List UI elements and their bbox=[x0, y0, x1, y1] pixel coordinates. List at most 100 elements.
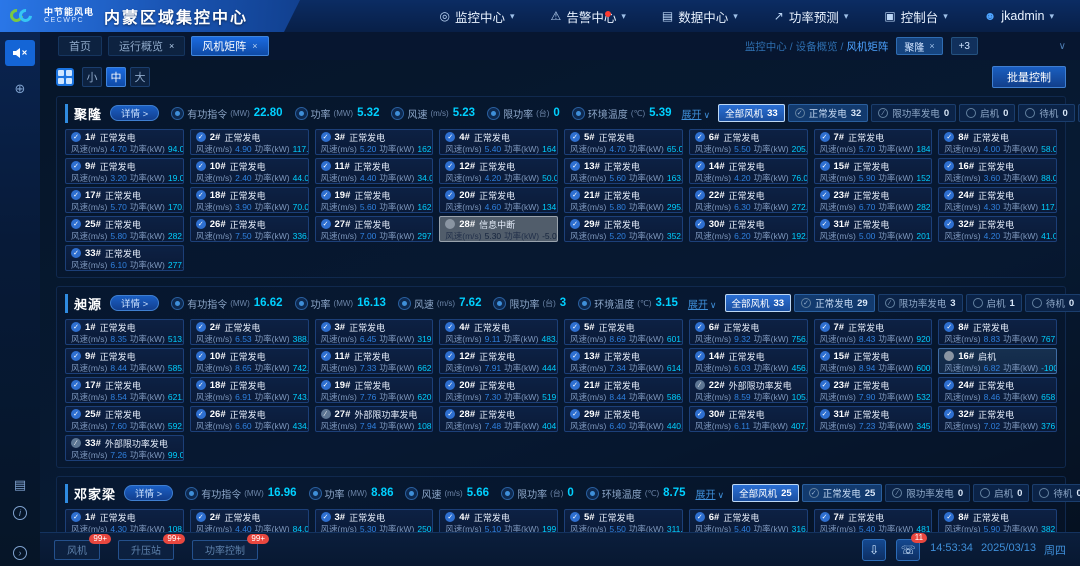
turbine-card[interactable]: 23# 正常发电 风速(m/s) bbox=[814, 187, 933, 213]
status-filter-button[interactable]: 启机 0 bbox=[973, 484, 1029, 502]
tab[interactable]: 运行概览 × bbox=[108, 36, 185, 56]
turbine-card[interactable]: 7# 正常发电 风速(m/s) bbox=[814, 319, 933, 345]
status-filter-button[interactable]: 全部风机 33 bbox=[725, 294, 792, 312]
top-menu-item[interactable]: ☻ jkadmin ▾ bbox=[966, 9, 1072, 23]
turbine-card[interactable]: 16# 正常发电 风速(m/s) bbox=[938, 158, 1057, 184]
turbine-card[interactable]: 27# 外部限功率发电 风速(m/s) bbox=[315, 406, 434, 432]
status-filter-button[interactable]: 启机 1 bbox=[966, 294, 1022, 312]
service-button[interactable]: ☏11 bbox=[896, 539, 920, 561]
turbine-card[interactable]: 14# 正常发电 风速(m/s) bbox=[689, 158, 808, 184]
batch-control-button[interactable]: 批量控制 bbox=[992, 66, 1066, 88]
turbine-card[interactable]: 20# 正常发电 风速(m/s) bbox=[439, 377, 558, 403]
add-circle-button[interactable]: ⊕ bbox=[5, 76, 35, 102]
turbine-card[interactable]: 12# 正常发电 风速(m/s) bbox=[439, 158, 558, 184]
turbine-card[interactable]: 15# 正常发电 风速(m/s) bbox=[814, 348, 933, 374]
turbine-card[interactable]: 14# 正常发电 风速(m/s) bbox=[689, 348, 808, 374]
top-menu-item[interactable]: ◎ 监控中心 ▾ bbox=[422, 7, 533, 26]
status-filter-button[interactable]: ✓ 正常发电 25 bbox=[802, 484, 883, 502]
status-filter-button[interactable]: 待机 0 bbox=[1018, 104, 1074, 122]
turbine-card[interactable]: 24# 正常发电 风速(m/s) bbox=[938, 377, 1057, 403]
turbine-card[interactable]: 17# 正常发电 风速(m/s) bbox=[65, 187, 184, 213]
turbine-card[interactable]: 9# 正常发电 风速(m/s) bbox=[65, 348, 184, 374]
turbine-card[interactable]: 23# 正常发电 风速(m/s) bbox=[814, 377, 933, 403]
turbine-card[interactable]: 19# 正常发电 风速(m/s) bbox=[315, 377, 434, 403]
turbine-card[interactable]: 4# 正常发电 风速(m/s) bbox=[439, 319, 558, 345]
turbine-card[interactable]: 33# 正常发电 风速(m/s) bbox=[65, 245, 184, 271]
top-menu-item[interactable]: ▤ 数据中心 ▾ bbox=[644, 7, 756, 26]
turbine-card[interactable]: 7# 正常发电 风速(m/s) bbox=[814, 509, 933, 532]
detail-button[interactable]: 详情 > bbox=[110, 295, 159, 311]
detail-button[interactable]: 详情 > bbox=[110, 105, 159, 121]
turbine-card[interactable]: 31# 正常发电 风速(m/s) bbox=[814, 216, 933, 242]
expand-link[interactable]: 展开∨ bbox=[696, 486, 725, 501]
turbine-card[interactable]: 19# 正常发电 风速(m/s) bbox=[315, 187, 434, 213]
turbine-card[interactable]: 13# 正常发电 风速(m/s) bbox=[564, 348, 683, 374]
turbine-card[interactable]: 3# 正常发电 风速(m/s) bbox=[315, 129, 434, 155]
turbine-card[interactable]: 28# 正常发电 风速(m/s) bbox=[439, 406, 558, 432]
turbine-card[interactable]: 6# 正常发电 风速(m/s) bbox=[689, 509, 808, 532]
card-size-button[interactable]: 大 bbox=[130, 67, 150, 87]
turbine-card[interactable]: 11# 正常发电 风速(m/s) bbox=[315, 158, 434, 184]
top-menu-item[interactable]: ⚠ 告警中心 ▾ bbox=[533, 7, 644, 26]
turbine-card[interactable]: 12# 正常发电 风速(m/s) bbox=[439, 348, 558, 374]
status-filter-button[interactable]: 全部风机 33 bbox=[718, 104, 785, 122]
document-button[interactable]: ▤ bbox=[5, 472, 35, 498]
turbine-card[interactable]: 22# 外部限功率发电 风速(m/s) bbox=[689, 377, 808, 403]
status-filter-button[interactable]: ∕ 限功率发电 0 bbox=[885, 484, 970, 502]
turbine-card[interactable]: 8# 正常发电 风速(m/s) bbox=[938, 129, 1057, 155]
status-filter-button[interactable]: ∕ 限功率发电 3 bbox=[878, 294, 963, 312]
download-button[interactable]: ⇩ bbox=[862, 539, 886, 561]
turbine-card[interactable]: 5# 正常发电 风速(m/s) bbox=[564, 319, 683, 345]
turbine-card[interactable]: 27# 正常发电 风速(m/s) bbox=[315, 216, 434, 242]
turbine-card[interactable]: 25# 正常发电 风速(m/s) bbox=[65, 406, 184, 432]
station-filter-chip[interactable]: 聚隆× bbox=[896, 37, 942, 55]
turbine-card[interactable]: 5# 正常发电 风速(m/s) bbox=[564, 129, 683, 155]
detail-button[interactable]: 详情 > bbox=[124, 485, 173, 501]
turbine-card[interactable]: 4# 正常发电 风速(m/s) bbox=[439, 509, 558, 532]
turbine-card[interactable]: 4# 正常发电 风速(m/s) bbox=[439, 129, 558, 155]
status-filter-button[interactable]: ∕ 限功率发电 0 bbox=[871, 104, 956, 122]
turbine-card[interactable]: 25# 正常发电 风速(m/s) bbox=[65, 216, 184, 242]
turbine-card[interactable]: 30# 正常发电 风速(m/s) bbox=[689, 216, 808, 242]
turbine-card[interactable]: 10# 正常发电 风速(m/s) bbox=[190, 348, 309, 374]
turbine-card[interactable]: 10# 正常发电 风速(m/s) bbox=[190, 158, 309, 184]
top-menu-item[interactable]: ▣ 控制台 ▾ bbox=[866, 7, 965, 26]
tab[interactable]: 首页 bbox=[58, 36, 102, 56]
turbine-card[interactable]: 33# 外部限功率发电 风速(m/s) bbox=[65, 435, 184, 461]
turbine-card[interactable]: 32# 正常发电 风速(m/s) bbox=[938, 216, 1057, 242]
card-size-button[interactable]: 小 bbox=[82, 67, 102, 87]
turbine-card[interactable]: 18# 正常发电 风速(m/s) bbox=[190, 187, 309, 213]
info-button[interactable]: i bbox=[5, 500, 35, 526]
status-filter-button[interactable]: 待机 0 bbox=[1025, 294, 1080, 312]
turbine-card[interactable]: 1# 正常发电 风速(m/s) bbox=[65, 129, 184, 155]
turbine-card[interactable]: 11# 正常发电 风速(m/s) bbox=[315, 348, 434, 374]
turbine-card[interactable]: 16# 启机 风速(m/s) bbox=[938, 348, 1057, 374]
turbine-card[interactable]: 3# 正常发电 风速(m/s) bbox=[315, 319, 434, 345]
top-menu-item[interactable]: ↗ 功率预测 ▾ bbox=[756, 7, 867, 26]
turbine-card[interactable]: 2# 正常发电 风速(m/s) bbox=[190, 509, 309, 532]
turbine-card[interactable]: 8# 正常发电 风速(m/s) bbox=[938, 319, 1057, 345]
turbine-card[interactable]: 6# 正常发电 风速(m/s) bbox=[689, 319, 808, 345]
close-icon[interactable]: × bbox=[169, 41, 174, 51]
turbine-card[interactable]: 1# 正常发电 风速(m/s) bbox=[65, 509, 184, 532]
turbine-card[interactable]: 30# 正常发电 风速(m/s) bbox=[689, 406, 808, 432]
turbine-card[interactable]: 26# 正常发电 风速(m/s) bbox=[190, 406, 309, 432]
card-size-button[interactable]: 中 bbox=[106, 67, 126, 87]
chevron-down-icon[interactable]: ∨ bbox=[986, 41, 1066, 52]
tab[interactable]: 风机矩阵 × bbox=[191, 36, 268, 56]
turbine-card[interactable]: 18# 正常发电 风速(m/s) bbox=[190, 377, 309, 403]
close-icon[interactable]: × bbox=[929, 41, 934, 51]
mute-button[interactable] bbox=[5, 40, 35, 66]
turbine-card[interactable]: 3# 正常发电 风速(m/s) bbox=[315, 509, 434, 532]
expand-link[interactable]: 展开∨ bbox=[682, 106, 711, 121]
more-chip[interactable]: +3 bbox=[951, 37, 978, 55]
turbine-card[interactable]: 17# 正常发电 风速(m/s) bbox=[65, 377, 184, 403]
layout-grid-icon[interactable] bbox=[56, 68, 74, 86]
turbine-card[interactable]: 7# 正常发电 风速(m/s) bbox=[814, 129, 933, 155]
status-filter-button[interactable]: 待机 0 bbox=[1032, 484, 1080, 502]
expand-link[interactable]: 展开∨ bbox=[688, 296, 717, 311]
alarm-shortcut-button[interactable]: 功率控制 99+ bbox=[192, 540, 258, 560]
turbine-card[interactable]: 24# 正常发电 风速(m/s) bbox=[938, 187, 1057, 213]
turbine-card[interactable]: 2# 正常发电 风速(m/s) bbox=[190, 129, 309, 155]
turbine-card[interactable]: 13# 正常发电 风速(m/s) bbox=[564, 158, 683, 184]
